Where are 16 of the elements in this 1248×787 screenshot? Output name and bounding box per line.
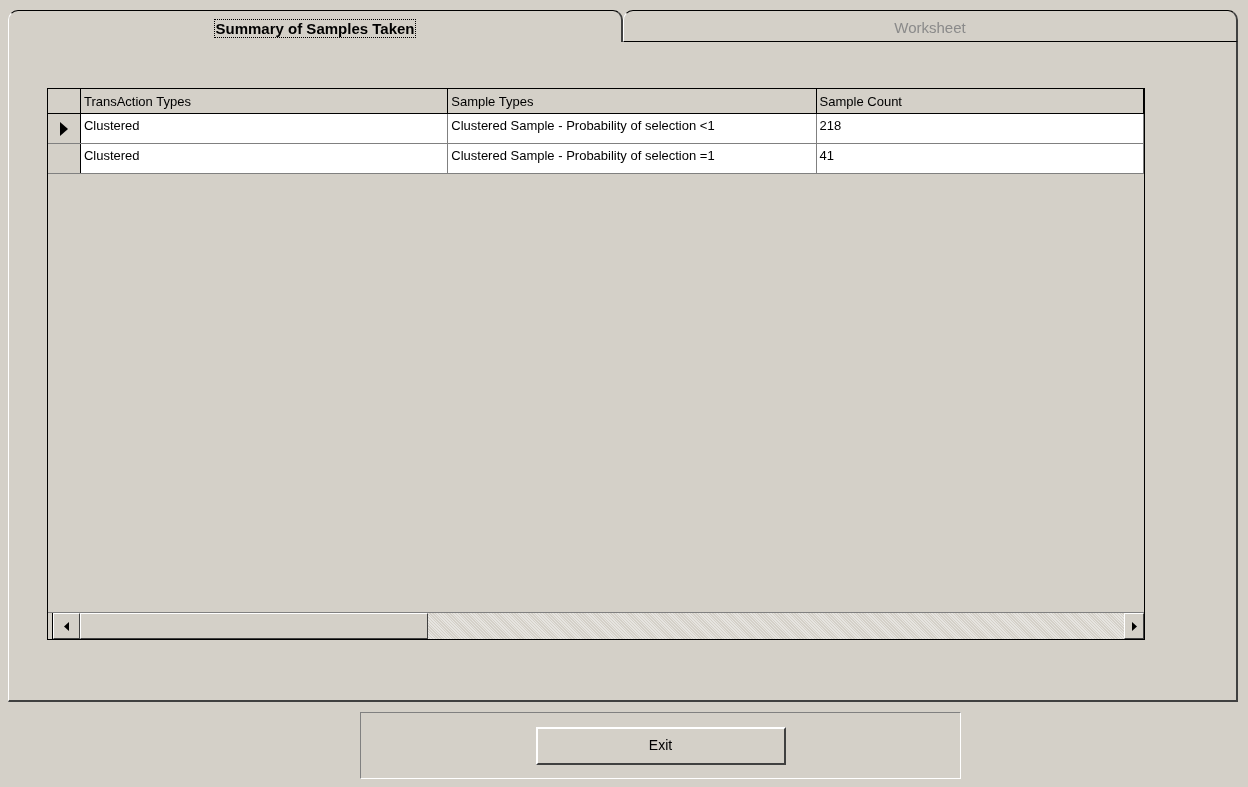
scroll-right-button[interactable] <box>1124 613 1144 639</box>
scroll-left-button[interactable] <box>53 613 80 639</box>
table-cell: 218 <box>816 114 1144 143</box>
tab[interactable]: Summary of Samples Taken <box>8 10 623 42</box>
scroll-thumb[interactable] <box>80 613 428 639</box>
table-cell: Clustered <box>80 144 449 173</box>
left-arrow-icon <box>64 621 69 631</box>
column-header[interactable]: Sample Types <box>448 89 817 113</box>
table-cell: Clustered <box>80 114 449 143</box>
exit-button[interactable]: Exit <box>535 726 786 765</box>
column-header[interactable]: Sample Count <box>816 89 1144 113</box>
right-arrow-icon <box>1131 621 1137 631</box>
table-cell: Clustered Sample - Probability of selection =1 <box>448 144 817 173</box>
table-cell: Clustered Sample - Probability of selection <1 <box>448 114 817 143</box>
column-header[interactable]: TransAction Types <box>80 89 449 113</box>
table-cell: 41 <box>816 144 1144 173</box>
